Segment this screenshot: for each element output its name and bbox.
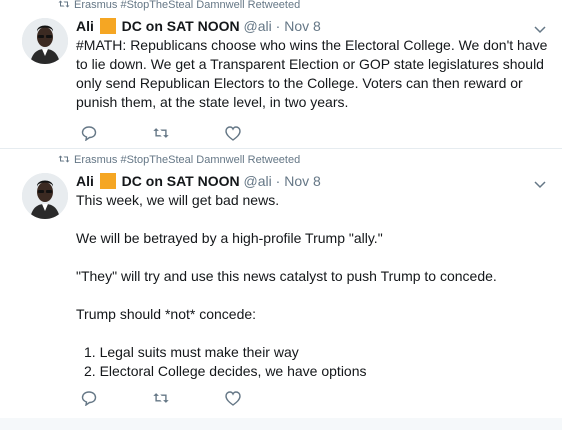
like-icon xyxy=(225,390,241,406)
like-button[interactable] xyxy=(224,389,242,407)
handle[interactable]: @ali xyxy=(244,18,272,34)
tweet[interactable]: Erasmus #StopTheSteal Damnwell Retweeted… xyxy=(0,149,562,420)
retweet-icon xyxy=(153,128,169,138)
avatar[interactable] xyxy=(22,18,68,64)
avatar-image xyxy=(22,18,68,64)
retweet-context-label: Erasmus #StopTheSteal Damnwell Retweeted xyxy=(74,154,301,166)
like-button[interactable] xyxy=(224,124,242,142)
reply-button[interactable] xyxy=(80,389,98,407)
retweet-icon xyxy=(58,155,70,163)
display-name[interactable]: Ali DC on SAT NOON xyxy=(76,173,240,189)
reply-icon xyxy=(81,391,97,406)
orange-square-emoji xyxy=(99,18,116,34)
retweet-context-label: Erasmus #StopTheSteal Damnwell Retweeted xyxy=(74,0,301,11)
timestamp[interactable]: Nov 8 xyxy=(284,173,321,189)
reply-button[interactable] xyxy=(80,124,98,142)
retweet-icon xyxy=(58,0,70,8)
tweet-actions xyxy=(80,124,242,142)
avatar-image xyxy=(22,173,68,219)
tweet[interactable]: Erasmus #StopTheSteal Damnwell Retweeted… xyxy=(0,0,562,149)
separator: · xyxy=(275,18,281,34)
display-name[interactable]: Ali DC on SAT NOON xyxy=(76,18,240,34)
tweet-line: Trump should *not* concede: xyxy=(76,306,257,322)
tweet-text: This week, we will get bad news. We will… xyxy=(76,191,556,381)
handle[interactable]: @ali xyxy=(244,173,272,189)
retweet-icon xyxy=(153,393,169,403)
tweet-line: 2. Electoral College decides, we have op… xyxy=(84,363,367,379)
tweet-actions xyxy=(80,389,242,407)
chevron-down-icon[interactable] xyxy=(534,23,546,35)
orange-square-emoji xyxy=(99,173,116,189)
like-icon xyxy=(225,125,241,141)
tweet-line: "They" will try and use this news cataly… xyxy=(76,268,497,284)
retweet-context: Erasmus #StopTheSteal Damnwell Retweeted xyxy=(58,153,300,167)
retweet-button[interactable] xyxy=(152,389,170,407)
tweet-text: #MATH: Republicans choose who wins the E… xyxy=(76,36,556,112)
retweet-context: Erasmus #StopTheSteal Damnwell Retweeted xyxy=(58,0,300,12)
separator: · xyxy=(275,173,281,189)
tweet-line: This week, we will get bad news. xyxy=(76,192,280,208)
timeline-footer xyxy=(0,418,562,430)
tweet-header: Ali DC on SAT NOON @ali · Nov 8 xyxy=(76,172,321,190)
chevron-down-icon[interactable] xyxy=(534,178,546,190)
timestamp[interactable]: Nov 8 xyxy=(284,18,321,34)
tweet-line: 1. Legal suits must make their way xyxy=(84,344,299,360)
tweet-line: We will be betrayed by a high-profile Tr… xyxy=(76,230,383,246)
retweet-button[interactable] xyxy=(152,124,170,142)
reply-icon xyxy=(81,126,97,141)
avatar[interactable] xyxy=(22,173,68,219)
tweet-body: #MATH: Republicans choose who wins the E… xyxy=(76,37,548,110)
tweet-header: Ali DC on SAT NOON @ali · Nov 8 xyxy=(76,17,321,35)
